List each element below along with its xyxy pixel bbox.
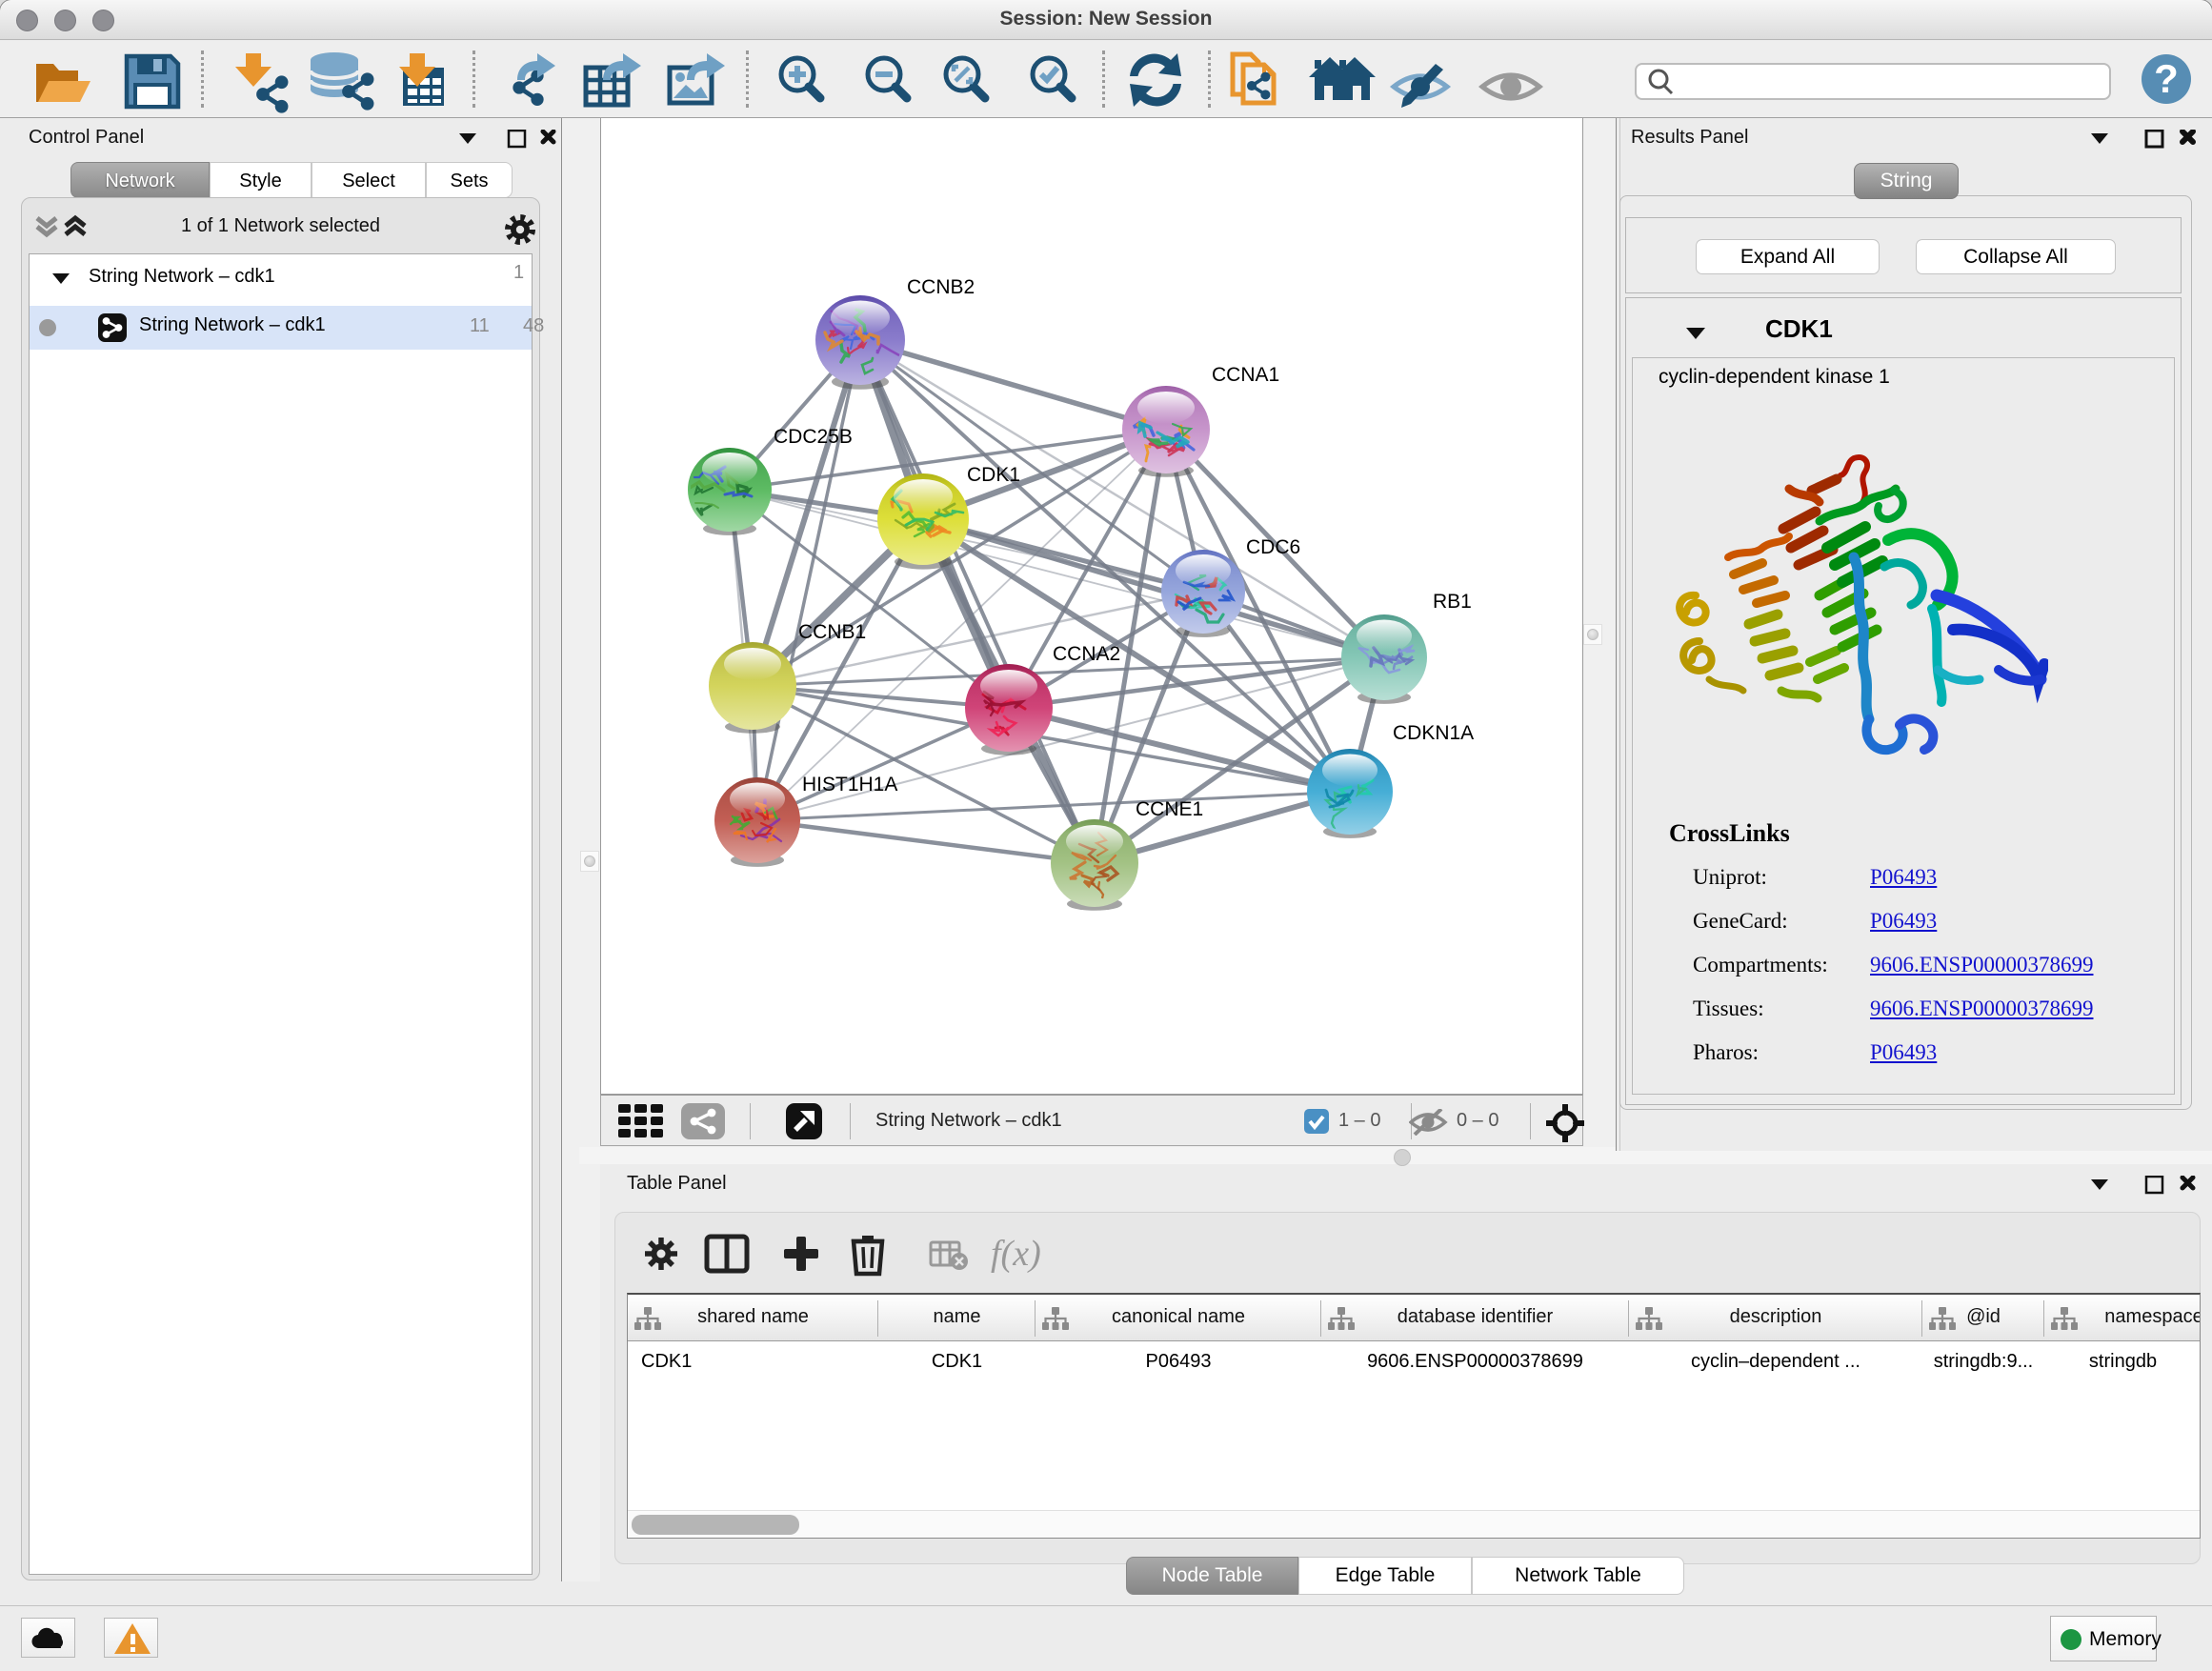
svg-text:CCNE1: CCNE1	[1136, 798, 1203, 820]
svg-text:f(x): f(x)	[991, 1234, 1040, 1274]
svg-text:CDK1: CDK1	[967, 464, 1020, 486]
svg-text:RB1: RB1	[1433, 591, 1472, 613]
svg-text:CCNB2: CCNB2	[907, 276, 975, 298]
svg-text:CDC6: CDC6	[1246, 536, 1300, 558]
svg-text:CCNB1: CCNB1	[798, 621, 866, 643]
svg-text:?: ?	[2154, 56, 2179, 101]
svg-text:CDC25B: CDC25B	[774, 426, 853, 448]
svg-text:HIST1H1A: HIST1H1A	[802, 774, 897, 795]
svg-text:CCNA2: CCNA2	[1053, 643, 1120, 665]
svg-text:CDKN1A: CDKN1A	[1393, 722, 1474, 744]
svg-text:CCNA1: CCNA1	[1212, 364, 1279, 386]
